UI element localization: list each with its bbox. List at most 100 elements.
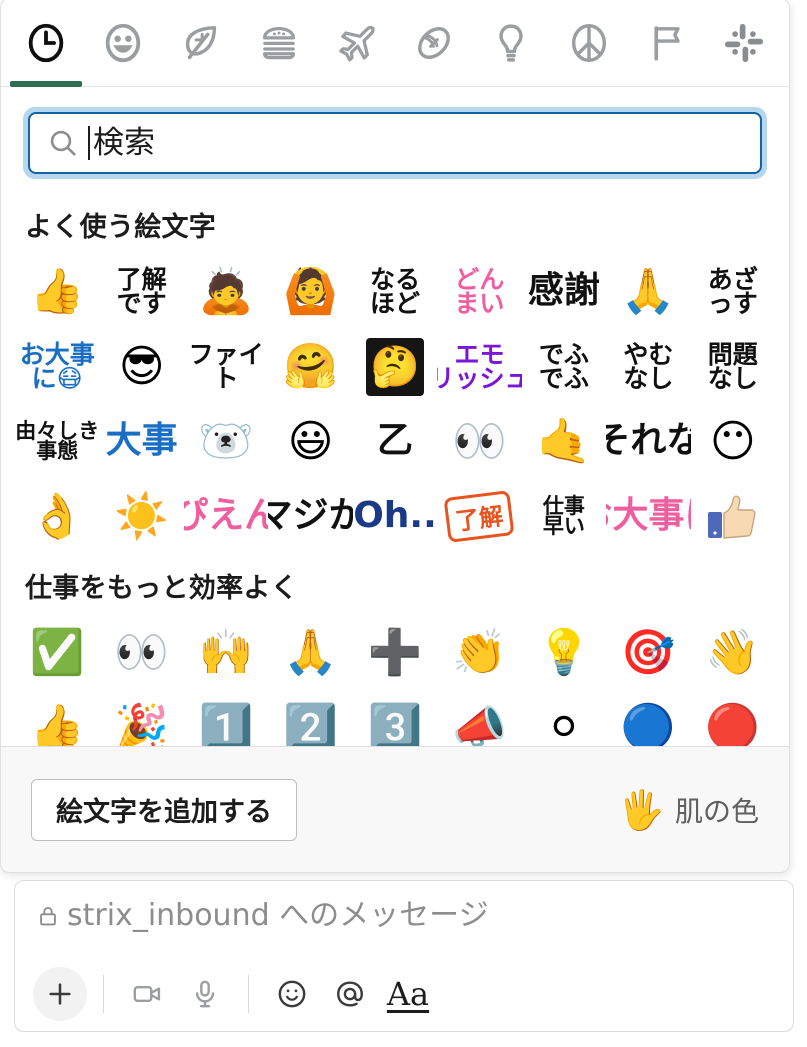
emoji-custom-text: それな xyxy=(606,423,690,459)
audio-clip-button[interactable] xyxy=(178,967,232,1021)
emoji-white-circle[interactable]: ⚪ xyxy=(522,690,606,746)
tab-flags[interactable] xyxy=(628,0,706,87)
emoji-shigoto-hayai[interactable]: 仕事 早い xyxy=(522,479,606,554)
emoji-glyph: ✅ xyxy=(29,626,85,678)
emoji-ryoukai-stamp[interactable]: 了解 xyxy=(437,479,521,554)
formatting-button[interactable]: Aa xyxy=(381,967,435,1021)
emoji-button[interactable] xyxy=(265,967,319,1021)
emoji-facebook-like[interactable] xyxy=(691,479,775,554)
message-input[interactable]: strix_inbound へのメッセージ xyxy=(15,881,793,957)
emoji-bow[interactable]: 🙇 xyxy=(184,254,268,329)
emoji-azassu[interactable]: あざ っす xyxy=(691,254,775,329)
emoji-glyph: 👍 xyxy=(29,265,85,317)
emoji-odaijini-pink[interactable]: お大事に xyxy=(606,479,690,554)
emoji-thinking-face-dark[interactable]: 🤔 xyxy=(353,329,437,404)
search-input[interactable]: 検索 xyxy=(93,127,155,159)
tab-food[interactable] xyxy=(240,0,318,87)
emoji-oh[interactable]: Oh.. xyxy=(353,479,437,554)
microphone-icon xyxy=(195,980,215,1008)
emoji-naruhodo[interactable]: なる ほど xyxy=(353,254,437,329)
emoji-two[interactable]: 2️⃣ xyxy=(268,690,352,746)
emoji-donmai[interactable]: どん まい xyxy=(437,254,521,329)
emoji-three[interactable]: 3️⃣ xyxy=(353,690,437,746)
emoji-pray[interactable]: 🙏 xyxy=(268,615,352,690)
skin-tone-label: 肌の色 xyxy=(674,794,759,828)
emoji-large-blue-circle[interactable]: 🔵 xyxy=(606,690,690,746)
emoji-mondainashi[interactable]: 問題 なし xyxy=(691,329,775,404)
emoji-text-line-2: っす xyxy=(707,288,758,318)
emoji-white-check-mark[interactable]: ✅ xyxy=(15,615,99,690)
video-clip-button[interactable] xyxy=(120,967,174,1021)
emoji-eyes[interactable]: 👀 xyxy=(437,404,521,479)
emoji-ok-person[interactable]: 🙆 xyxy=(268,254,352,329)
emoji-defudefu[interactable]: でふ でふ xyxy=(522,329,606,404)
emoji-glyph: 🤔 xyxy=(370,343,420,390)
emoji-eyes[interactable]: 👀 xyxy=(99,615,183,690)
tab-travel[interactable] xyxy=(317,0,395,87)
emoji-daiji[interactable]: 大事 xyxy=(99,404,183,479)
emoji-tada[interactable]: 🎉 xyxy=(99,690,183,746)
toolbar-divider-1 xyxy=(103,975,104,1013)
emoji-fight[interactable]: ファイト xyxy=(184,329,268,404)
emoji-heavy-plus-sign[interactable]: ➕ xyxy=(353,615,437,690)
mention-button[interactable] xyxy=(323,967,377,1021)
emoji-glyph: 🤗 xyxy=(283,340,338,392)
emoji-emorisshu[interactable]: エモリッシュ xyxy=(437,329,521,404)
emoji-glyph: 🙏 xyxy=(620,265,676,317)
emoji-otsu[interactable]: 乙 xyxy=(353,404,437,479)
emoji-thumbsup[interactable]: 👍 xyxy=(15,690,99,746)
emoji-majika[interactable]: マジか xyxy=(268,479,352,554)
plus-icon xyxy=(49,983,71,1005)
emoji-custom-text: 了解 です xyxy=(117,267,167,315)
tab-recent[interactable] xyxy=(7,0,85,87)
emoji-call-me-hand[interactable]: 🤙 xyxy=(522,404,606,479)
add-attachment-button[interactable] xyxy=(33,967,87,1021)
emoji-yuyushiki-jitai[interactable]: 由々しき 事態 xyxy=(15,404,99,479)
emoji-sparkle-mochi-sticker[interactable]: 😶 xyxy=(691,404,775,479)
add-emoji-button[interactable]: 絵文字を追加する xyxy=(31,778,297,841)
emoji-text-line-2: リッシュ xyxy=(437,363,521,393)
emoji-one[interactable]: 1️⃣ xyxy=(184,690,268,746)
aa-icon: Aa xyxy=(386,975,430,1013)
emoji-mega[interactable]: 📣 xyxy=(437,690,521,746)
emoji-clap[interactable]: 👏 xyxy=(437,615,521,690)
emoji-sun[interactable]: ☀️ xyxy=(99,479,183,554)
emoji-pray[interactable]: 🙏 xyxy=(606,254,690,329)
smiley-icon xyxy=(106,23,141,62)
emoji-pien[interactable]: ぴえん xyxy=(184,479,268,554)
tab-smileys[interactable] xyxy=(85,0,163,87)
emoji-ok-hand[interactable]: 👌 xyxy=(15,479,99,554)
emoji-raised-hands[interactable]: 🙌 xyxy=(184,615,268,690)
emoji-odaijini[interactable]: お大事 に😷 xyxy=(15,329,99,404)
emoji-chip: 🤔 xyxy=(365,337,424,396)
emoji-glyph: 🎉 xyxy=(114,701,170,746)
emoji-red-circle[interactable]: 🔴 xyxy=(691,690,775,746)
emoji-sunglasses[interactable]: 😎 xyxy=(99,329,183,404)
emoji-sorena[interactable]: それな xyxy=(606,404,690,479)
tab-slack[interactable] xyxy=(705,0,783,87)
skin-tone-selector[interactable]: 🖐 肌の色 xyxy=(618,790,759,830)
emoji-yamunashi[interactable]: やむ なし xyxy=(606,329,690,404)
emoji-scroll-area[interactable]: よく使う絵文字 👍 了解 です 🙇 🙆 なる ほど どん まい 感謝 🙏 あざ っす お大事 に😷 😎 ファイト 🤗… xyxy=(1,193,789,746)
tab-nature[interactable] xyxy=(162,0,240,87)
emoji-wave[interactable]: 👋 xyxy=(691,615,775,690)
emoji-white-bear-sticker[interactable]: 🐻‍❄ xyxy=(184,404,268,479)
emoji-glyph: 🔴 xyxy=(705,701,761,746)
emoji-custom-text: エモリッシュ xyxy=(437,339,521,393)
emoji-text-line-1: エモ xyxy=(454,339,505,369)
emoji-ryoukai-desu[interactable]: 了解 です xyxy=(99,254,183,329)
tab-activity[interactable] xyxy=(395,0,473,87)
emoji-awesome-face[interactable]: 😃 xyxy=(268,404,352,479)
emoji-thumbsup[interactable]: 👍 xyxy=(15,254,99,329)
tab-symbols[interactable] xyxy=(550,0,628,87)
raised-hand-icon: 🖐 xyxy=(617,787,665,832)
tab-objects[interactable] xyxy=(473,0,551,87)
emoji-bulb[interactable]: 💡 xyxy=(522,615,606,690)
emoji-dart[interactable]: 🎯 xyxy=(606,615,690,690)
emoji-text-line-1: マジか xyxy=(268,495,352,537)
emoji-kansha[interactable]: 感謝 xyxy=(522,254,606,329)
emoji-search-box[interactable]: 検索 xyxy=(28,112,762,174)
emoji-hugging-face[interactable]: 🤗 xyxy=(268,329,352,404)
emoji-glyph: 📣 xyxy=(452,701,507,746)
emoji-glyph: 😃 xyxy=(287,415,334,467)
